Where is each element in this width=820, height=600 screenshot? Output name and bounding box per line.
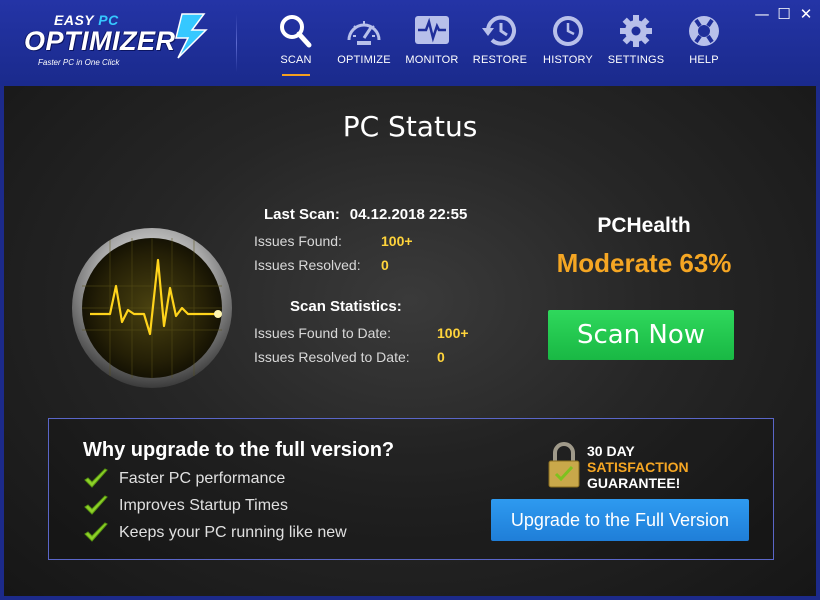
speedometer-icon [347,21,381,45]
minimize-button[interactable]: — [754,6,770,22]
checkmark-icon [84,495,108,515]
main-panel: PC Status Last Scan: 04.12.2018 22:55 Is… [4,86,816,596]
scan-now-button[interactable]: Scan Now [548,310,734,360]
window-controls: — ☐ ✕ [754,6,814,22]
restore-clock-icon [482,15,516,46]
nav-label: HELP [689,54,719,66]
maximize-button[interactable]: ☐ [776,6,792,22]
guarantee-line2: SATISFACTION [587,459,689,475]
nav-settings[interactable]: SETTINGS [602,12,670,74]
app-logo: EASY PC OPTIMIZER Faster PC in One Click [24,10,214,70]
monitor-pulse-icon [415,16,449,44]
lightning-icon [175,13,208,59]
gear-icon [620,15,652,47]
header-divider [236,14,237,72]
logo-name: OPTIMIZER [24,26,176,56]
last-scan-label: Last Scan: [264,206,340,223]
active-underline [282,74,310,76]
found-to-date-label: Issues Found to Date: [254,325,391,341]
nav-monitor[interactable]: MONITOR [398,12,466,74]
last-scan-value: 04.12.2018 22:55 [349,206,468,223]
resolved-to-date-value: 0 [437,349,445,365]
nav-scan[interactable]: SCAN [262,12,330,76]
guarantee-line3: GUARANTEE! [587,475,681,491]
issues-found-label: Issues Found: [254,233,342,249]
nav-label: HISTORY [543,54,593,66]
feature-item: Keeps your PC running like new [83,521,347,545]
nav-label: MONITOR [405,54,459,66]
nav-help[interactable]: HELP [670,12,738,74]
upgrade-button[interactable]: Upgrade to the Full Version [491,499,749,541]
nav-label: OPTIMIZE [337,54,391,66]
nav-label: SETTINGS [607,54,665,66]
feature-text: Keeps your PC running like new [119,524,347,541]
pc-health: PCHealth Moderate 63% [524,214,764,279]
clock-icon [553,16,583,46]
close-button[interactable]: ✕ [798,6,814,22]
upgrade-panel: Why upgrade to the full version? Faster … [48,418,774,560]
padlock-icon [548,442,580,488]
feature-item: Improves Startup Times [83,494,288,518]
search-icon [280,15,312,48]
checkmark-icon [84,468,108,488]
main-nav: SCAN OPTIMIZE MONITOR RESTORE HISTORY SE… [262,12,738,76]
heartbeat-monitor-icon [72,228,232,388]
last-scan-row: Last Scan: 04.12.2018 22:55 [264,206,467,223]
issues-resolved-value: 0 [381,257,389,273]
found-to-date-value: 100+ [437,325,469,341]
resolved-to-date-label: Issues Resolved to Date: [254,349,410,365]
nav-optimize[interactable]: OPTIMIZE [330,12,398,74]
feature-text: Improves Startup Times [119,497,288,514]
nav-history[interactable]: HISTORY [534,12,602,74]
guarantee-badge: 30 DAY SATISFACTION GUARANTEE! [587,443,689,491]
logo-tagline: Faster PC in One Click [38,58,120,67]
checkmark-icon [84,522,108,542]
nav-label: SCAN [280,54,312,66]
page-title: PC Status [342,110,478,143]
upgrade-title: Why upgrade to the full version? [83,439,395,461]
issues-found-value: 100+ [381,233,413,249]
pc-health-label: PCHealth [597,214,691,237]
issues-resolved-label: Issues Resolved: [254,257,361,273]
feature-item: Faster PC performance [83,467,285,491]
guarantee-line1: 30 DAY [587,443,635,459]
nav-label: RESTORE [472,54,528,66]
pc-health-value: Moderate 63% [556,248,732,278]
scan-statistics-label: Scan Statistics: [290,298,402,315]
nav-restore[interactable]: RESTORE [466,12,534,74]
feature-text: Faster PC performance [119,470,286,487]
title-bar: EASY PC OPTIMIZER Faster PC in One Click… [0,0,820,86]
lifebuoy-icon [689,16,719,46]
